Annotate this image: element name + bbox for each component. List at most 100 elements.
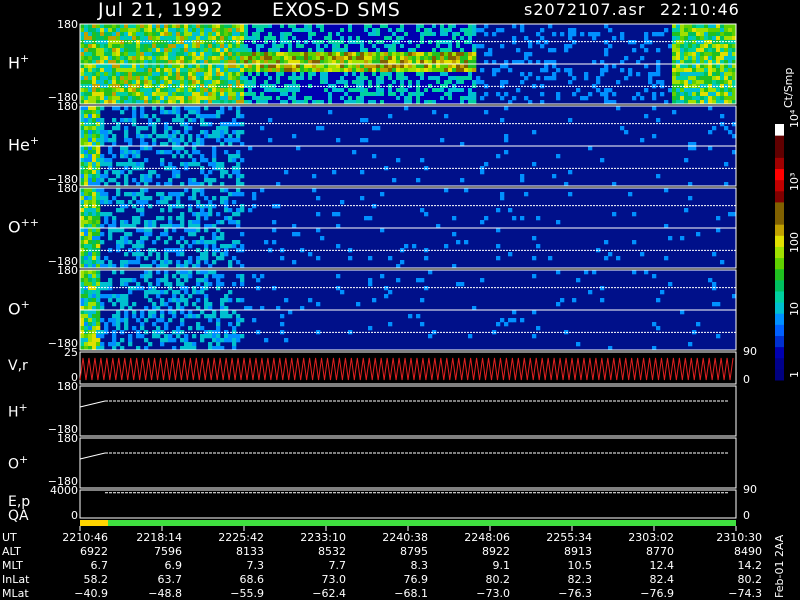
- spectrogram-cell: [328, 64, 333, 69]
- spectrogram-cell: [344, 52, 349, 57]
- spectrogram-cell: [96, 170, 101, 175]
- spectrogram-cell: [272, 80, 277, 85]
- spectrogram-cell: [508, 208, 513, 213]
- spectrogram-cell: [324, 64, 329, 69]
- spectrogram-cell: [452, 88, 457, 93]
- spectrogram-cell: [448, 68, 453, 73]
- spectrogram-cell: [388, 72, 393, 77]
- spectrogram-cell: [724, 36, 729, 41]
- spectrogram-cell: [128, 56, 133, 61]
- spectrogram-cell: [400, 48, 405, 53]
- spectrogram-cell: [464, 72, 469, 77]
- spectrogram-cell: [724, 162, 729, 167]
- spectrogram-cell: [200, 72, 205, 77]
- spectrogram-cell: [192, 96, 197, 101]
- spectrogram-cell: [328, 110, 333, 115]
- spectrogram-cell: [148, 28, 153, 33]
- spectrogram-cell: [204, 122, 209, 127]
- spectrogram-cell: [196, 96, 201, 101]
- spectrogram-cell: [120, 110, 125, 115]
- spectrogram-cell: [448, 72, 453, 77]
- spectrogram-cell: [176, 298, 181, 303]
- spectrogram-cell: [712, 56, 717, 61]
- spectrogram-cell: [100, 44, 105, 49]
- spectrogram-cell: [144, 24, 149, 29]
- spectrogram-cell: [148, 232, 153, 237]
- spectrogram-cell: [192, 192, 197, 197]
- spectrogram-cell: [164, 80, 169, 85]
- spectrogram-cell: [116, 44, 121, 49]
- spectrogram-cell: [632, 40, 637, 45]
- spectrogram-cell: [168, 32, 173, 37]
- spectrogram-cell: [584, 72, 589, 77]
- spectrogram-cell: [108, 236, 113, 241]
- spectrogram-cell: [300, 68, 305, 73]
- spectrogram-cell: [304, 48, 309, 53]
- spectrogram-cell: [96, 28, 101, 33]
- spectrogram-cell: [216, 220, 221, 225]
- spectrogram-cell: [572, 28, 577, 33]
- spectrogram-cell: [88, 96, 93, 101]
- spectrogram-cell: [248, 24, 253, 29]
- spectrogram-cell: [440, 92, 445, 97]
- spectrogram-cell: [188, 162, 193, 167]
- spectrogram-cell: [200, 96, 205, 101]
- spectrogram-cell: [300, 76, 305, 81]
- spectrogram-cell: [552, 72, 557, 77]
- spectrogram-cell: [88, 326, 93, 331]
- spectrogram-cell: [728, 32, 733, 37]
- spectrogram-cell: [224, 96, 229, 101]
- spectrogram-cell: [376, 24, 381, 29]
- colorbar-swatch: [775, 268, 784, 281]
- spectrogram-cell: [184, 290, 189, 295]
- spectrogram-cell: [364, 48, 369, 53]
- spectrogram-cell: [464, 24, 469, 29]
- spectrogram-cell: [164, 56, 169, 61]
- spectrogram-cell: [700, 56, 705, 61]
- spectrogram-cell: [228, 192, 233, 197]
- spectrogram-cell: [316, 126, 321, 131]
- spectrogram-cell: [212, 334, 217, 339]
- spectrogram-panel-2: [79, 187, 737, 269]
- spectrogram-cell: [720, 48, 725, 53]
- spectrogram-cell: [92, 44, 97, 49]
- spectrogram-cell: [360, 52, 365, 57]
- spectrogram-cell: [184, 44, 189, 49]
- spectrogram-cell: [96, 48, 101, 53]
- spectrogram-cell: [592, 32, 597, 37]
- spectrogram-cell: [272, 228, 277, 233]
- spectrogram-cell: [260, 32, 265, 37]
- spectrogram-cell: [332, 36, 337, 41]
- spectrogram-cell: [220, 220, 225, 225]
- spectrogram-cell: [400, 92, 405, 97]
- spectrogram-cell: [264, 40, 269, 45]
- spectrogram-cell: [240, 274, 245, 279]
- spectrogram-cell: [708, 56, 713, 61]
- line-panel-5: [79, 385, 737, 437]
- spectrogram-cell: [80, 110, 85, 115]
- spectrogram-cell: [264, 80, 269, 85]
- spectrogram-cell: [92, 170, 97, 175]
- spectrogram-cell: [84, 114, 89, 119]
- spectrogram-cell: [224, 64, 229, 69]
- spectrogram-cell: [160, 232, 165, 237]
- spectrogram-cell: [244, 52, 249, 57]
- spectrogram-cell: [204, 204, 209, 209]
- spectrogram-cell: [196, 92, 201, 97]
- spectrogram-cell: [372, 48, 377, 53]
- colorbar-swatch: [775, 235, 784, 247]
- spectrogram-cell: [172, 298, 177, 303]
- spectrogram-cell: [228, 298, 233, 303]
- spectrogram-cell: [208, 208, 213, 213]
- spectrogram-cell: [688, 76, 693, 81]
- spectrogram-cell: [404, 76, 409, 81]
- spectrogram-cell: [136, 282, 141, 287]
- spectrogram-cell: [420, 32, 425, 37]
- spectrogram-cell: [336, 88, 341, 93]
- spectrogram-cell: [196, 162, 201, 167]
- spectrogram-cell: [384, 56, 389, 61]
- spectrogram-cell: [180, 274, 185, 279]
- spectrogram-cell: [696, 28, 701, 33]
- spectrogram-cell: [408, 40, 413, 45]
- spectrogram-cell: [224, 252, 229, 257]
